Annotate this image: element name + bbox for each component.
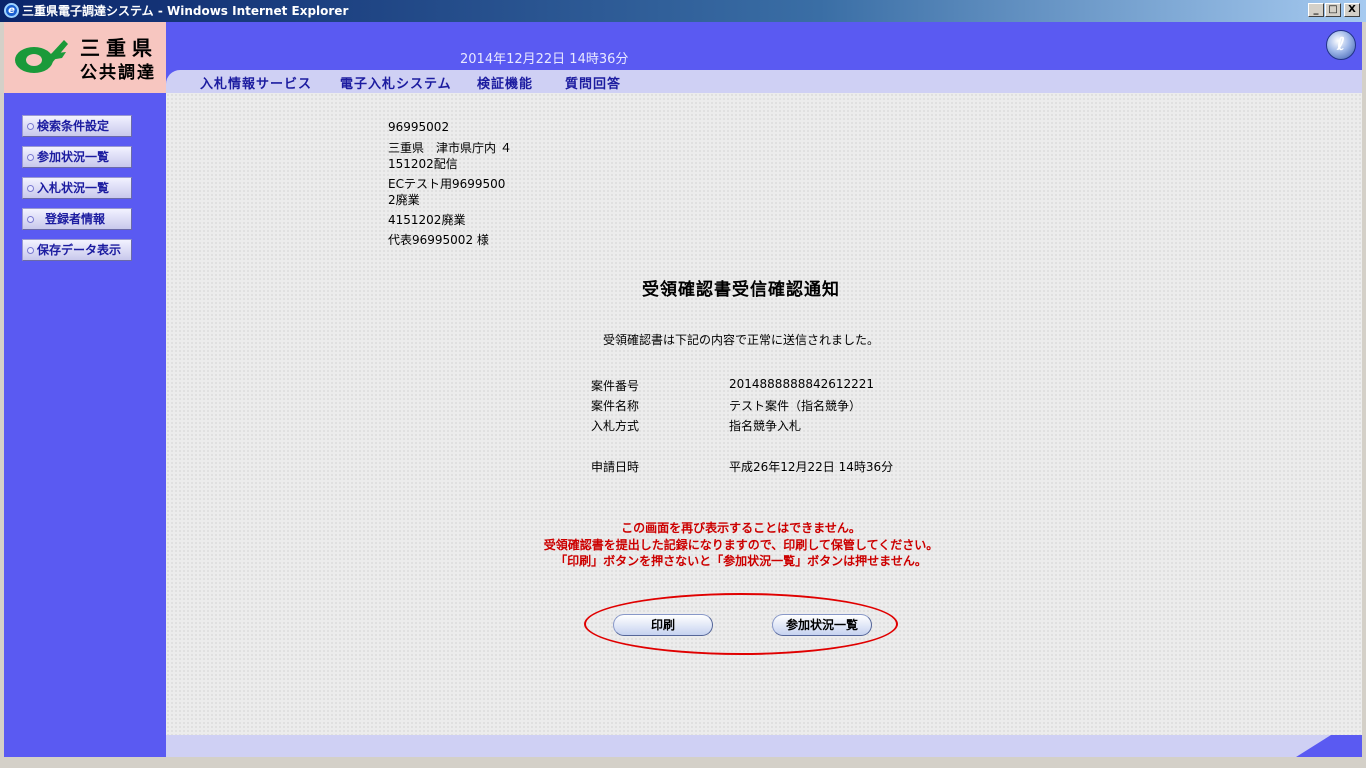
window-frame-bottom [0,757,1366,768]
sidebar-item-saved-data[interactable]: 保存データ表示 [22,239,132,261]
page-title: 受領確認書受信確認通知 [642,280,840,300]
address-line-1: 三重県 津市県庁内 ４ [388,141,512,155]
warning-text-3: 「印刷」ボタンを押さないと「参加状況一覧」ボタンは押せません。 [555,554,927,568]
address-line-3: ECテスト用9699500 [388,177,506,191]
address-code: 96995002 [388,120,450,134]
warning-text-1: この画面を再び表示することはできません。 [621,521,861,535]
status-message: 受領確認書は下記の内容で正常に送信されました。 [602,333,879,347]
field-value-case-number: 2014888888842612221 [729,377,875,391]
help-icon[interactable]: ℓ [1326,30,1356,60]
main-content: 96995002 三重県 津市県庁内 ４ 151202配信 ECテスト用9699… [166,93,1362,735]
participation-list-button[interactable]: 参加状況一覧 [772,614,872,636]
field-value-request-datetime: 平成26年12月22日 14時36分 [729,460,894,474]
field-label-case-name: 案件名称 [591,399,640,413]
nav-bid-info-service[interactable]: 入札情報サービス [200,73,312,92]
close-button[interactable]: X [1344,3,1360,17]
field-label-bid-method: 入札方式 [591,419,640,433]
address-line-5: 4151202廃業 [388,213,466,227]
sidebar-item-registrant-info[interactable]: 登録者情報 [22,208,132,230]
header-datetime: 2014年12月22日 14時36分 [460,52,629,67]
logo-text-procurement: 公共調達 [80,63,156,83]
logo-area: 三重県 公共調達 [4,22,166,93]
internet-explorer-icon: e [4,3,19,18]
window-titlebar[interactable]: e 三重県電子調達システム - Windows Internet Explore… [0,0,1366,22]
address-line-2: 151202配信 [388,157,458,171]
field-label-case-number: 案件番号 [591,379,640,393]
mie-logo-icon [15,40,68,73]
sidebar-item-search-settings[interactable]: 検索条件設定 [22,115,132,137]
address-addressee: 代表96995002 様 [388,233,489,247]
maximize-button[interactable]: □ [1325,3,1341,17]
window-title: 三重県電子調達システム - Windows Internet Explorer [22,4,349,18]
top-nav: 入札情報サービス 電子入札システム 検証機能 質問回答 [166,70,1362,93]
warning-text-2: 受領確認書を提出した記録になりますので、印刷して保管してください。 [543,538,939,552]
address-line-4: 2廃業 [388,193,420,207]
footer-bar [166,735,1362,757]
nav-verification[interactable]: 検証機能 [477,73,533,92]
nav-qa[interactable]: 質問回答 [565,73,621,92]
logo-text-prefecture: 三重県 [80,36,158,60]
field-value-case-name: テスト案件（指名競争） [729,399,862,413]
field-label-request-datetime: 申請日時 [591,460,640,474]
window-frame-right [1362,22,1366,768]
minimize-button[interactable]: _ [1308,3,1324,17]
sidebar-item-participation-list[interactable]: 参加状況一覧 [22,146,132,168]
print-button[interactable]: 印刷 [613,614,713,636]
sidebar-item-bid-status-list[interactable]: 入札状況一覧 [22,177,132,199]
footer-strip [166,735,1331,757]
field-value-bid-method: 指名競争入札 [729,419,802,433]
header-bar: 2014年12月22日 14時36分 ℓ 入札情報サービス 電子入札システム 検… [166,22,1362,93]
nav-electronic-bidding[interactable]: 電子入札システム [340,73,452,92]
sidebar: 検索条件設定 参加状況一覧 入札状況一覧 登録者情報 保存データ表示 [4,93,166,757]
